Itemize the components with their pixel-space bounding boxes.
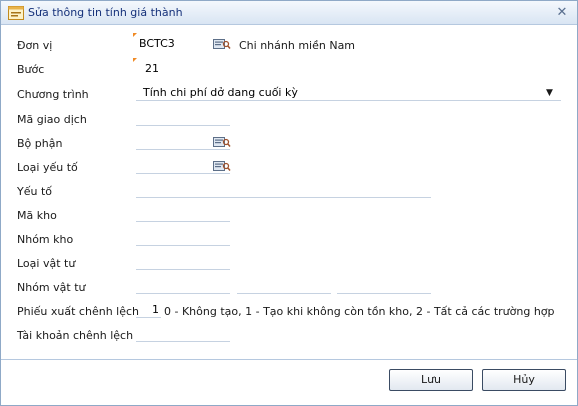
title-bar: Sửa thông tin tính giá thành ✕ bbox=[1, 1, 577, 25]
buoc-label: Bước bbox=[17, 63, 45, 76]
chuong-trinh-select[interactable]: Tính chi phí dở dang cuối kỳ bbox=[136, 85, 561, 101]
nhom-kho-label: Nhóm kho bbox=[17, 233, 74, 246]
save-button[interactable]: Lưu bbox=[389, 369, 473, 391]
yeu-to-label: Yếu tố bbox=[17, 185, 52, 198]
tai-khoan-chenh-lech-label: Tài khoản chênh lệch bbox=[17, 329, 134, 342]
lookup-search-icon[interactable] bbox=[213, 136, 231, 148]
nhom-vat-tu-input-3[interactable] bbox=[337, 278, 431, 294]
chuong-trinh-label: Chương trình bbox=[17, 88, 89, 101]
lookup-search-icon[interactable] bbox=[213, 160, 231, 172]
ma-kho-input[interactable] bbox=[136, 206, 230, 222]
chuong-trinh-value: Tính chi phí dở dang cuối kỳ bbox=[143, 86, 298, 99]
footer-divider bbox=[1, 359, 577, 360]
close-button[interactable]: ✕ bbox=[555, 6, 569, 20]
don-vi-value: BCTC3 bbox=[139, 37, 175, 50]
cancel-button[interactable]: Hủy bbox=[482, 369, 566, 391]
ma-giao-dich-input[interactable] bbox=[136, 110, 230, 126]
bo-phan-label: Bộ phận bbox=[17, 137, 63, 150]
phieu-xuat-chenh-lech-label: Phiếu xuất chênh lệch bbox=[17, 305, 139, 318]
yeu-to-input[interactable] bbox=[136, 182, 431, 198]
loai-yeu-to-label: Loại yếu tố bbox=[17, 161, 78, 174]
ma-kho-label: Mã kho bbox=[17, 209, 57, 222]
phieu-xuat-chenh-lech-input[interactable]: 1 bbox=[136, 302, 161, 318]
phieu-xuat-chenh-lech-hint: 0 - Không tạo, 1 - Tạo khi không còn tồn… bbox=[164, 305, 555, 318]
window-form-icon bbox=[8, 6, 24, 20]
nhom-vat-tu-input-1[interactable] bbox=[136, 278, 230, 294]
edit-cost-calculation-dialog: Sửa thông tin tính giá thành ✕ Đơn vị BC… bbox=[0, 0, 578, 406]
tai-khoan-chenh-lech-input[interactable] bbox=[136, 326, 230, 342]
phieu-xuat-chenh-lech-value: 1 bbox=[152, 303, 159, 316]
window-title: Sửa thông tin tính giá thành bbox=[28, 6, 183, 19]
loai-vat-tu-label: Loại vật tư bbox=[17, 257, 76, 270]
nhom-vat-tu-label: Nhóm vật tư bbox=[17, 281, 86, 294]
don-vi-description: Chi nhánh miền Nam bbox=[239, 39, 356, 52]
don-vi-label: Đơn vị bbox=[17, 39, 53, 52]
nhom-vat-tu-input-2[interactable] bbox=[237, 278, 331, 294]
lookup-search-icon[interactable] bbox=[213, 38, 231, 50]
dropdown-arrow-icon[interactable]: ▼ bbox=[546, 88, 553, 98]
nhom-kho-input[interactable] bbox=[136, 230, 230, 246]
loai-vat-tu-input[interactable] bbox=[136, 254, 230, 270]
buoc-input[interactable]: 21 bbox=[133, 58, 161, 77]
ma-giao-dich-label: Mã giao dịch bbox=[17, 113, 87, 126]
buoc-value: 21 bbox=[145, 62, 159, 75]
